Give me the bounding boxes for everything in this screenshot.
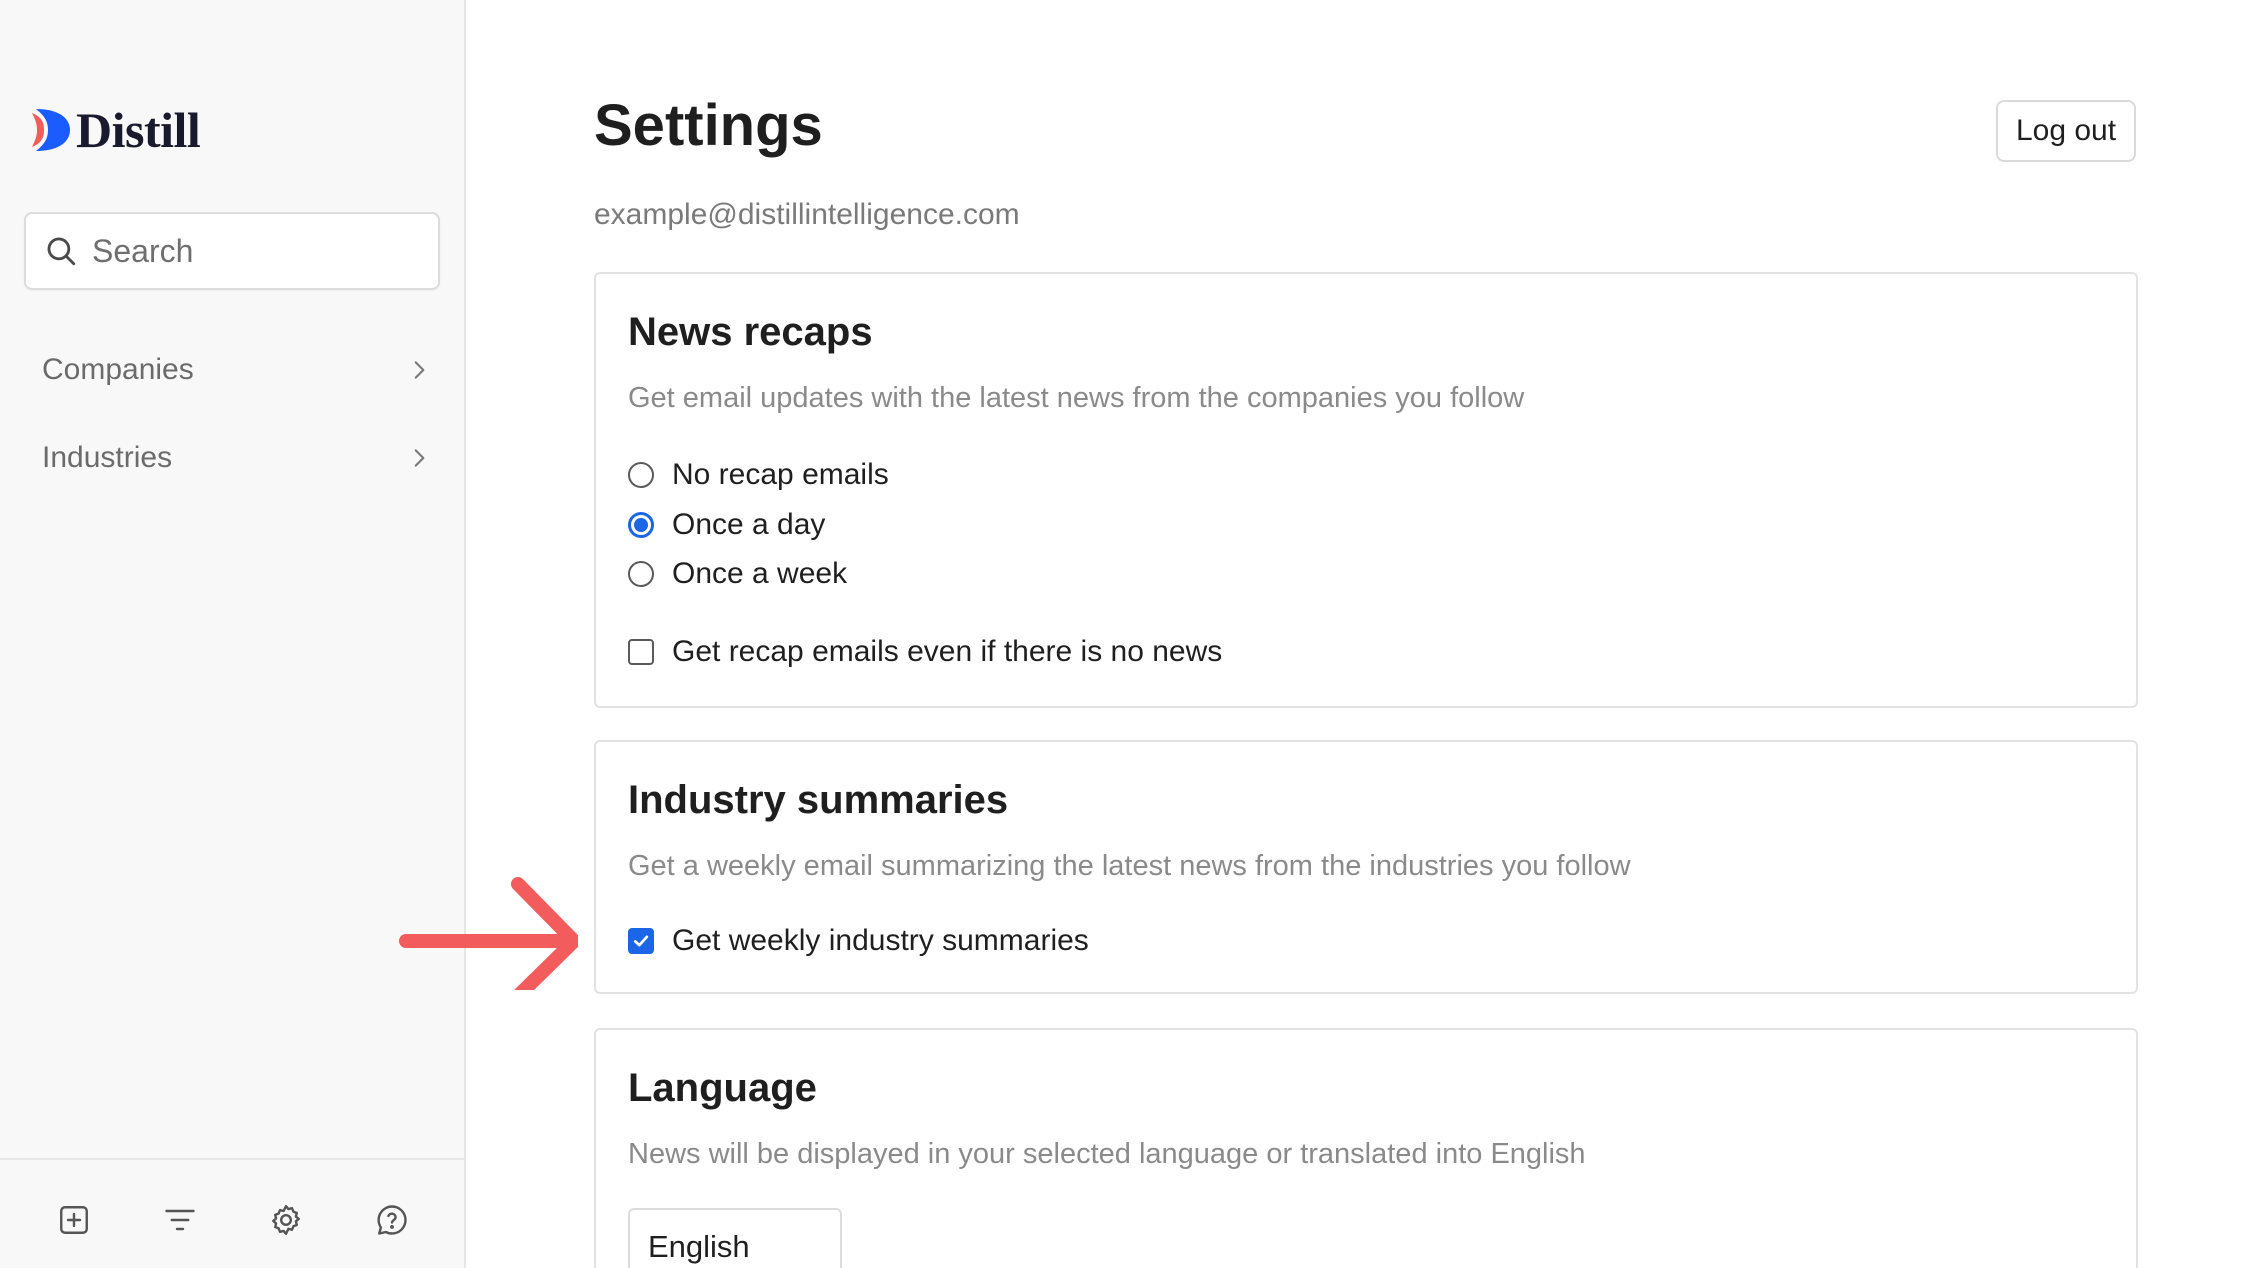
- distill-logo-icon: [32, 109, 70, 151]
- add-square-icon[interactable]: [56, 1202, 92, 1238]
- weekly-summaries-checkbox-option[interactable]: Get weekly industry summaries: [628, 924, 1089, 958]
- search-icon: [47, 237, 76, 266]
- checkmark-icon: [633, 935, 649, 947]
- industry-summaries-description: Get a weekly email summarizing the lates…: [628, 850, 1631, 882]
- radio-label: Once a day: [672, 508, 826, 541]
- radio-button[interactable]: [628, 561, 654, 587]
- radio-label: Once a week: [672, 557, 848, 590]
- search-input[interactable]: [92, 232, 412, 270]
- language-selected-value: English: [648, 1229, 750, 1264]
- sidebar-footer: [0, 1158, 464, 1268]
- industry-summaries-card: Industry summaries Get a weekly email su…: [594, 740, 2138, 994]
- radio-option-once-a-day[interactable]: Once a day: [628, 508, 825, 542]
- app: Distill Companies Industries: [0, 0, 2254, 1268]
- help-chat-icon[interactable]: [374, 1202, 410, 1238]
- language-description: News will be displayed in your selected …: [628, 1138, 1586, 1170]
- sidebar-item-companies[interactable]: Companies: [42, 340, 432, 400]
- recap-no-news-checkbox-option[interactable]: Get recap emails even if there is no new…: [628, 635, 1222, 669]
- radio-button-selected[interactable]: [628, 512, 654, 538]
- gear-icon[interactable]: [268, 1202, 304, 1238]
- news-recaps-description: Get email updates with the latest news f…: [628, 382, 1525, 414]
- filter-icon[interactable]: [162, 1202, 198, 1238]
- chevron-right-icon: [414, 361, 425, 379]
- radio-option-once-a-week[interactable]: Once a week: [628, 557, 847, 591]
- sidebar-item-industries[interactable]: Industries: [42, 428, 432, 488]
- checkbox-checked[interactable]: [628, 928, 654, 954]
- brand-name: Distill: [76, 102, 201, 158]
- brand-logo[interactable]: Distill: [30, 100, 201, 160]
- language-card: Language News will be displayed in your …: [594, 1028, 2138, 1268]
- sidebar-item-label: Companies: [42, 353, 194, 386]
- search-box[interactable]: [24, 212, 440, 290]
- account-email: example@distillintelligence.com: [594, 198, 1020, 231]
- checkbox-label: Get recap emails even if there is no new…: [672, 635, 1223, 668]
- radio-button[interactable]: [628, 462, 654, 488]
- industry-summaries-title: Industry summaries: [628, 778, 1009, 822]
- news-recaps-card: News recaps Get email updates with the l…: [594, 272, 2138, 708]
- page-title: Settings: [594, 93, 823, 158]
- chevron-right-icon: [414, 449, 425, 467]
- checkbox-label: Get weekly industry summaries: [672, 924, 1089, 957]
- language-title: Language: [628, 1066, 817, 1110]
- sidebar: Distill Companies Industries: [0, 0, 466, 1268]
- annotation-arrow-icon: [399, 877, 578, 990]
- news-recaps-title: News recaps: [628, 310, 873, 354]
- checkbox[interactable]: [628, 639, 654, 665]
- language-select[interactable]: English: [628, 1208, 842, 1268]
- radio-option-no-recap[interactable]: No recap emails: [628, 458, 889, 492]
- logout-button[interactable]: Log out: [1996, 100, 2136, 162]
- radio-label: No recap emails: [672, 458, 889, 491]
- sidebar-item-label: Industries: [42, 441, 173, 474]
